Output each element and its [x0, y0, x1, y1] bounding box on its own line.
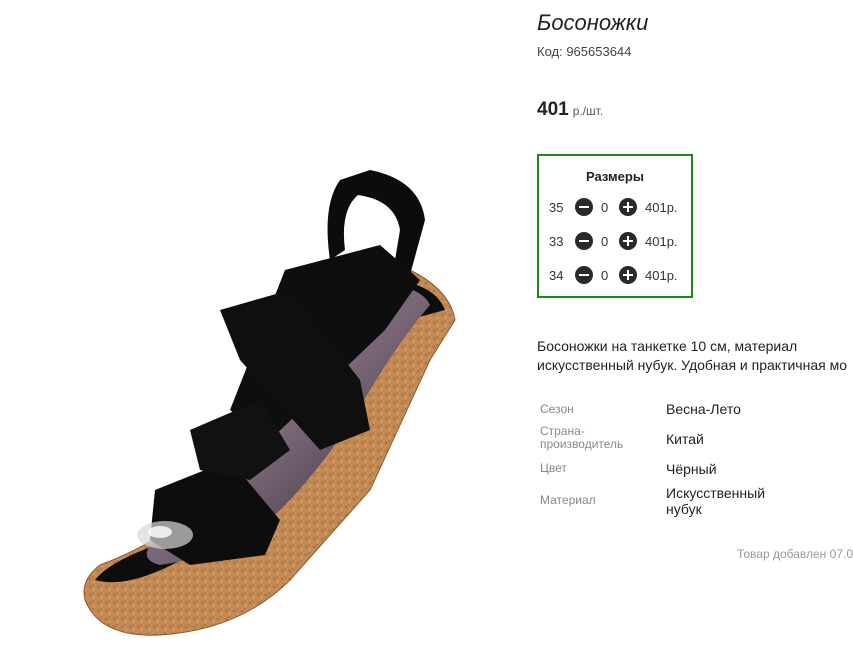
size-label: 34	[549, 268, 564, 283]
minus-icon	[579, 206, 589, 208]
attribute-value: Искусственный нубук	[666, 485, 766, 517]
decrease-quantity-button[interactable]	[575, 232, 593, 250]
added-date: Товар добавлен 07.0	[736, 547, 853, 561]
increase-quantity-button[interactable]	[619, 198, 637, 216]
decrease-quantity-button[interactable]	[575, 198, 593, 216]
price-value: 401	[537, 99, 569, 120]
product-title: Босоножки	[537, 10, 649, 35]
price-unit: р./шт.	[572, 104, 604, 118]
product-description: Босоножки на танкетке 10 см, материал ис…	[537, 337, 853, 375]
product-image[interactable]	[40, 160, 480, 640]
attribute-value: Чёрный	[666, 461, 717, 477]
size-quantity: 0	[601, 268, 609, 283]
attribute-name: Сезон	[540, 402, 574, 416]
size-label: 33	[549, 234, 564, 249]
attribute-name: Страна- производитель	[540, 424, 624, 451]
size-quantity: 0	[601, 234, 609, 249]
attribute-name: Цвет	[540, 461, 567, 475]
description-line: искусственный нубук. Удобная и практична…	[537, 357, 847, 373]
sizes-box: Размеры 35 0 401р. 33 0 401р. 34 0 401р.	[537, 154, 693, 298]
minus-icon	[579, 274, 589, 276]
size-row: 34 0 401р.	[539, 264, 695, 288]
attribute-name: Материал	[540, 493, 596, 507]
size-label: 35	[549, 200, 564, 215]
size-price: 401р.	[645, 234, 678, 249]
decrease-quantity-button[interactable]	[575, 266, 593, 284]
size-row: 35 0 401р.	[539, 196, 695, 220]
attribute-value: Китай	[666, 431, 704, 447]
increase-quantity-button[interactable]	[619, 266, 637, 284]
size-price: 401р.	[645, 268, 678, 283]
description-line: Босоножки на танкетке 10 см, материал	[537, 338, 798, 354]
sizes-title: Размеры	[586, 169, 644, 184]
size-price: 401р.	[645, 200, 678, 215]
product-info-panel: Босоножки Код: 965653644 401 р./шт. Разме…	[537, 0, 853, 652]
product-price: 401 р./шт.	[537, 99, 603, 121]
attribute-value: Весна-Лето	[666, 401, 741, 417]
size-quantity: 0	[601, 200, 609, 215]
size-row: 33 0 401р.	[539, 230, 695, 254]
increase-quantity-button[interactable]	[619, 232, 637, 250]
minus-icon	[579, 240, 589, 242]
product-code: Код: 965653644	[537, 44, 632, 59]
